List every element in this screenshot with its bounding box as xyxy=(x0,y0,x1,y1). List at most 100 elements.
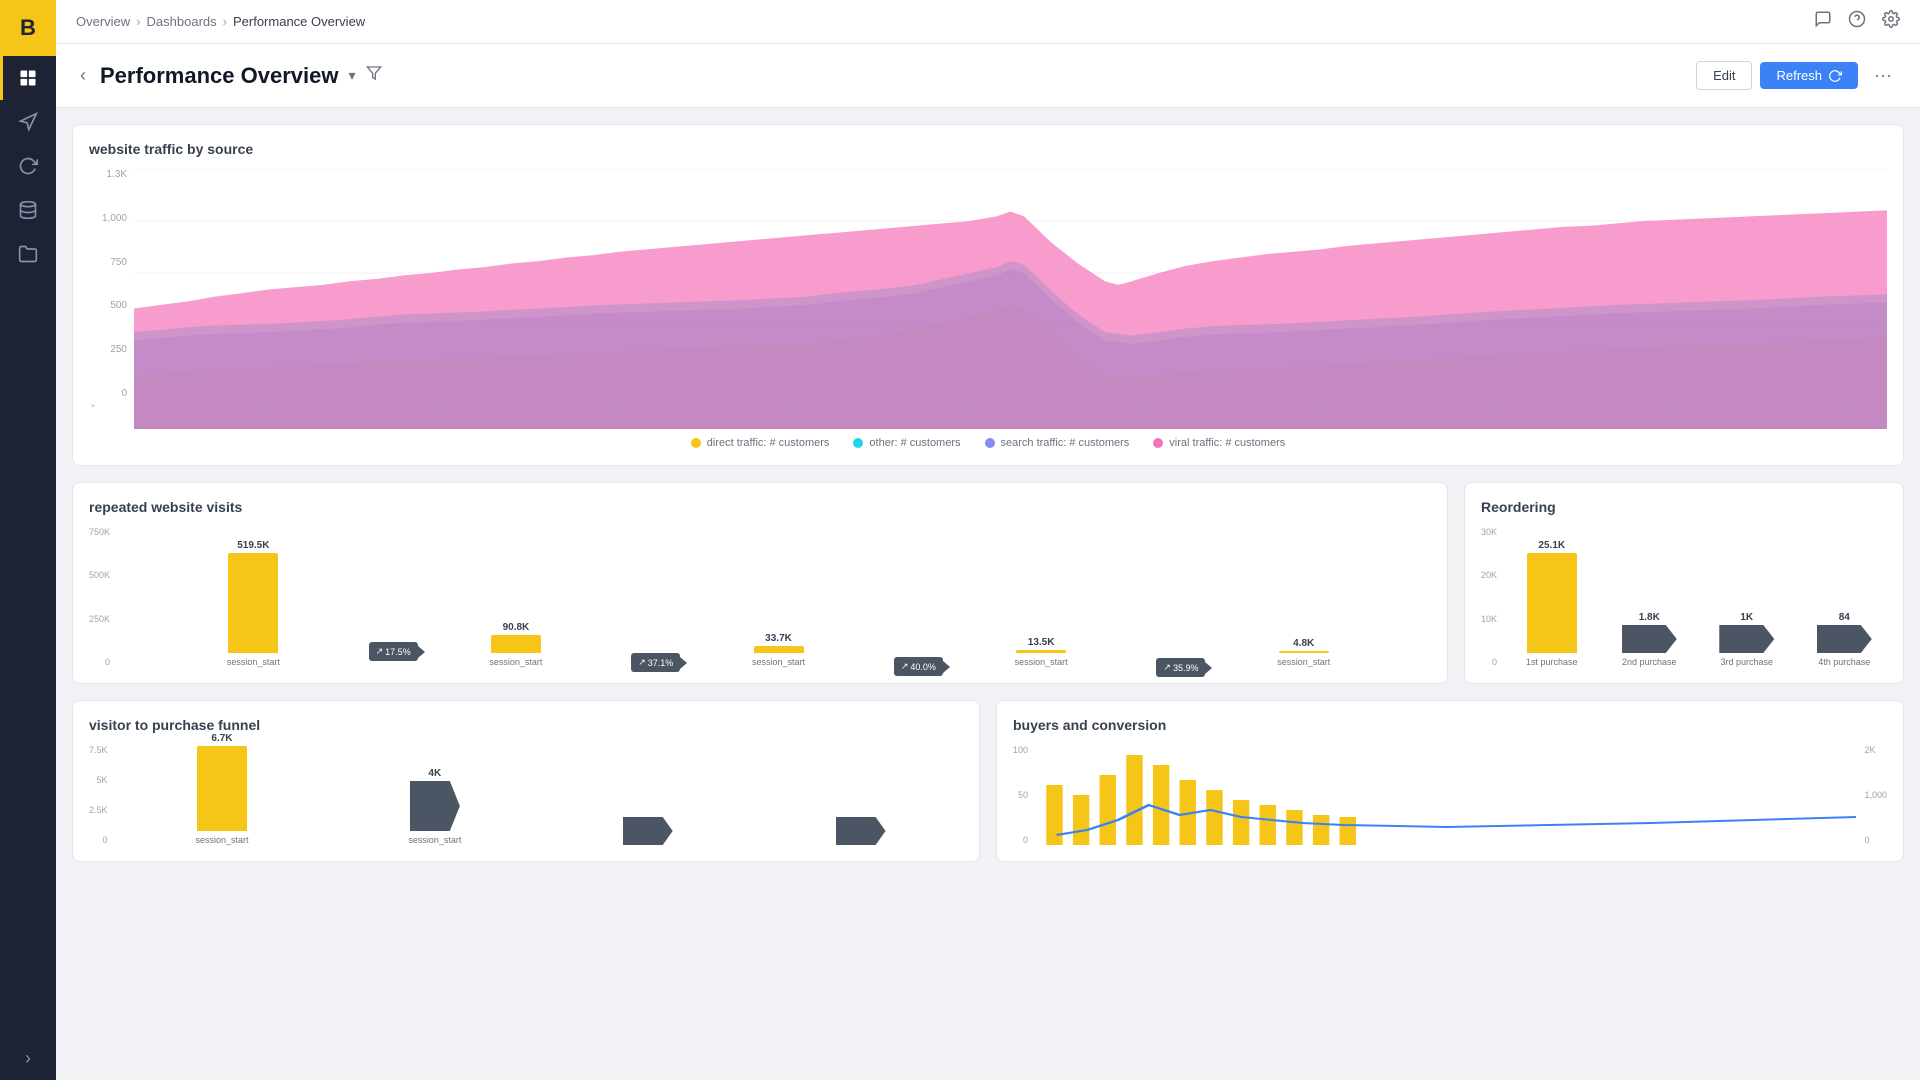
sidebar-collapse-button[interactable]: › xyxy=(0,1036,56,1080)
bar1-label: session_start xyxy=(227,657,280,667)
traffic-chart-card: website traffic by source 1.3K 1,000 750… xyxy=(72,124,1904,466)
reorder-bar4-label: 4th purchase xyxy=(1818,657,1870,667)
bar2-arrow: ↗17.5% xyxy=(369,642,418,661)
bar2-rect xyxy=(491,635,541,653)
bar2-label: session_start xyxy=(489,657,542,667)
bar4-rect xyxy=(1016,650,1066,653)
sidebar-item-folder[interactable] xyxy=(0,232,56,276)
funnel-bar2-value: 4K xyxy=(428,768,441,779)
bar4-pct: 40.0% xyxy=(910,662,936,672)
bar3-rect xyxy=(754,646,804,653)
breadcrumb-current: Performance Overview xyxy=(233,14,365,29)
visits-bar-5: ↗35.9% 4.8K session_start xyxy=(1176,638,1431,667)
more-options-icon[interactable]: ··· xyxy=(1866,61,1900,90)
reorder-bar2-label: 2nd purchase xyxy=(1622,657,1677,667)
title-dropdown-icon[interactable]: ▾ xyxy=(348,67,355,84)
funnel-bar3-arrow xyxy=(623,817,673,845)
sidebar-item-database[interactable] xyxy=(0,188,56,232)
chart-legend: direct traffic: # customers other: # cus… xyxy=(89,437,1887,449)
reorder-bar-1: 25.1K 1st purchase xyxy=(1509,540,1595,667)
content-area: website traffic by source 1.3K 1,000 750… xyxy=(56,108,1920,1080)
funnel-bars-area: 6.7K session_start 4K session_start xyxy=(120,745,963,845)
funnel-bar2-label: session_start xyxy=(408,835,461,845)
reorder-bar4-arrow xyxy=(1817,625,1872,653)
visits-y-axis: 750K 500K 250K 0 xyxy=(89,527,110,667)
dashboard-title: Performance Overview xyxy=(100,63,338,89)
funnel-bar-1: 6.7K session_start xyxy=(120,733,325,845)
reorder-bar-3: 1K 3rd purchase xyxy=(1704,612,1790,667)
reorder-bar-2: 1.8K 2nd purchase xyxy=(1607,612,1693,667)
legend-viral: viral traffic: # customers xyxy=(1153,437,1285,449)
sidebar-item-refresh[interactable] xyxy=(0,144,56,188)
reorder-bar3-arrow xyxy=(1719,625,1774,653)
middle-row: repeated website visits 750K 500K 250K 0… xyxy=(72,482,1904,684)
sidebar-item-dashboard[interactable] xyxy=(0,56,56,100)
breadcrumb-dashboards[interactable]: Dashboards xyxy=(147,14,217,29)
filter-icon[interactable] xyxy=(366,65,382,86)
back-button[interactable]: ‹ xyxy=(76,61,90,90)
bar5-value: 4.8K xyxy=(1293,638,1314,649)
funnel-y-axis: 7.5K 5K 2.5K 0 xyxy=(89,745,108,845)
visits-bar-2: ↗17.5% 90.8K session_start xyxy=(389,622,644,667)
reorder-bar2-value: 1.8K xyxy=(1639,612,1660,623)
refresh-button[interactable]: Refresh xyxy=(1760,62,1858,89)
bar1-rect xyxy=(228,553,278,653)
bar2-pct: 17.5% xyxy=(385,647,411,657)
funnel-bar4-arrow xyxy=(836,817,886,845)
reorder-bar3-label: 3rd purchase xyxy=(1720,657,1773,667)
legend-direct: direct traffic: # customers xyxy=(691,437,830,449)
legend-search: search traffic: # customers xyxy=(985,437,1130,449)
app-logo: B xyxy=(0,0,56,56)
legend-dot-other xyxy=(853,438,863,448)
reorder-bar3-value: 1K xyxy=(1740,612,1753,623)
bar3-label: session_start xyxy=(752,657,805,667)
buyers-chart-area xyxy=(1036,745,1856,845)
lower-row: visitor to purchase funnel 7.5K 5K 2.5K … xyxy=(72,700,1904,862)
top-nav: Overview › Dashboards › Performance Over… xyxy=(56,0,1920,44)
buyers-conversion-card: buyers and conversion 100 50 0 xyxy=(996,700,1904,862)
buyers-y-right: 2K 1,000 0 xyxy=(1864,745,1887,845)
legend-other: other: # customers xyxy=(853,437,960,449)
edit-button[interactable]: Edit xyxy=(1696,61,1752,90)
reorder-bars-area: 25.1K 1st purchase 1.8K 2nd purchase xyxy=(1509,527,1887,667)
funnel-bar2-arrow xyxy=(410,781,460,831)
topnav-icons xyxy=(1814,10,1900,33)
traffic-chart-title: website traffic by source xyxy=(89,141,1887,157)
legend-label-direct: direct traffic: # customers xyxy=(707,437,830,449)
bar3-arrow: ↗37.1% xyxy=(631,653,680,672)
traffic-area-chart xyxy=(134,169,1887,429)
funnel-bar-4 xyxy=(758,817,963,845)
buyers-conversion-title: buyers and conversion xyxy=(1013,717,1887,733)
sidebar-item-megaphone[interactable] xyxy=(0,100,56,144)
reorder-bar1-label: 1st purchase xyxy=(1526,657,1578,667)
bar5-pct: 35.9% xyxy=(1173,663,1199,673)
legend-label-search: search traffic: # customers xyxy=(1001,437,1130,449)
reorder-bar1-value: 25.1K xyxy=(1538,540,1565,551)
bar4-value: 13.5K xyxy=(1028,637,1055,648)
visits-bars-area: 519.5K session_start ↗17.5% 90.8K xyxy=(126,527,1431,667)
buyers-y-left: 100 50 0 xyxy=(1013,745,1028,845)
sidebar: B › xyxy=(0,0,56,1080)
settings-icon[interactable] xyxy=(1882,10,1900,33)
breadcrumb-overview[interactable]: Overview xyxy=(76,14,130,29)
visits-bar-3: ↗37.1% 33.7K session_start xyxy=(651,633,906,667)
funnel-bar1-label: session_start xyxy=(195,835,248,845)
funnel-bar1-rect xyxy=(197,746,247,831)
bar5-arrow: ↗35.9% xyxy=(1156,658,1205,677)
dashboard-header: ‹ Performance Overview ▾ Edit Refresh ··… xyxy=(56,44,1920,108)
funnel-bar1-value: 6.7K xyxy=(211,733,232,744)
breadcrumb-sep-1: › xyxy=(136,14,140,29)
visits-bar-4: ↗40.0% 13.5K session_start xyxy=(914,637,1169,667)
help-icon[interactable] xyxy=(1848,10,1866,33)
funnel-bar-3 xyxy=(545,817,750,845)
bar3-value: 33.7K xyxy=(765,633,792,644)
visitor-funnel-title: visitor to purchase funnel xyxy=(89,717,963,733)
reorder-y-axis: 30K 20K 10K 0 xyxy=(1481,527,1497,667)
legend-dot-direct xyxy=(691,438,701,448)
breadcrumb-sep-2: › xyxy=(223,14,227,29)
legend-dot-search xyxy=(985,438,995,448)
bar5-rect xyxy=(1279,651,1329,653)
legend-label-other: other: # customers xyxy=(869,437,960,449)
visits-bar-1: 519.5K session_start xyxy=(126,540,381,667)
chat-icon[interactable] xyxy=(1814,10,1832,33)
